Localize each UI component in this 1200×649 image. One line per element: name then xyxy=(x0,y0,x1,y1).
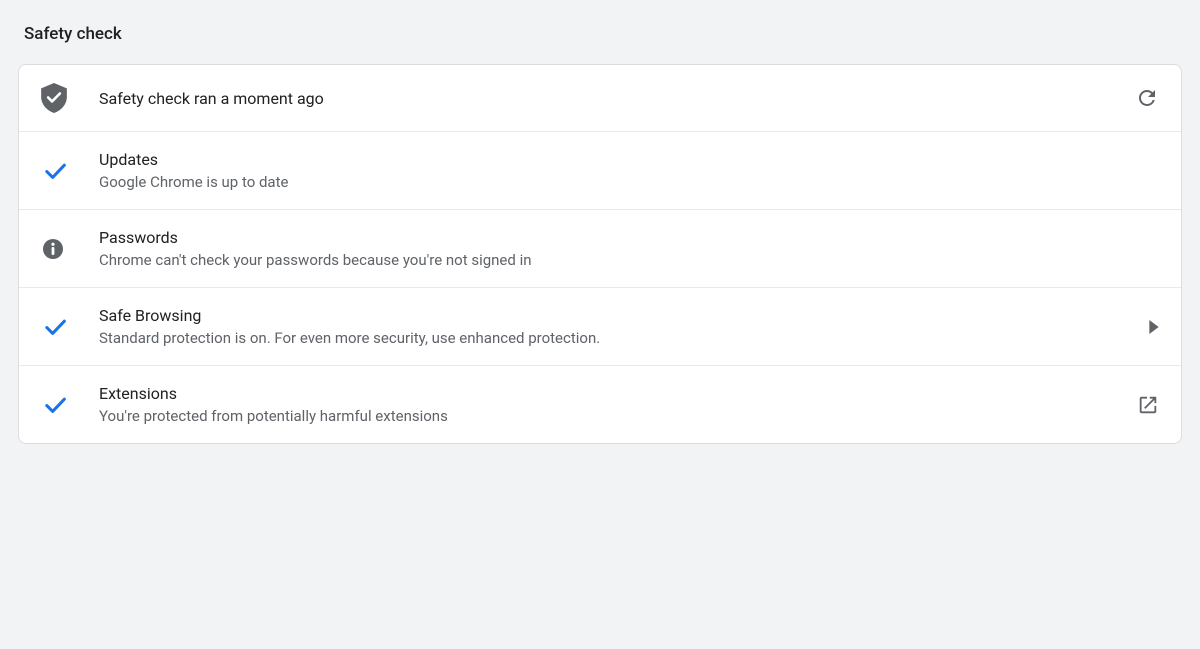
passwords-subtitle: Chrome can't check your passwords becaus… xyxy=(99,251,1119,269)
shield-check-icon xyxy=(41,83,67,113)
passwords-row: Passwords Chrome can't check your passwo… xyxy=(19,210,1181,288)
passwords-title: Passwords xyxy=(99,228,1119,247)
refresh-icon[interactable] xyxy=(1135,86,1159,110)
safety-check-card: Safety check ran a moment ago Updates Go… xyxy=(18,64,1182,444)
check-icon xyxy=(41,391,69,419)
open-in-new-icon xyxy=(1137,394,1159,416)
extensions-subtitle: You're protected from potentially harmfu… xyxy=(99,407,1119,425)
extensions-title: Extensions xyxy=(99,384,1119,403)
extensions-row[interactable]: Extensions You're protected from potenti… xyxy=(19,366,1181,443)
safe-browsing-title: Safe Browsing xyxy=(99,306,1119,325)
updates-title: Updates xyxy=(99,150,1119,169)
safe-browsing-row[interactable]: Safe Browsing Standard protection is on.… xyxy=(19,288,1181,366)
info-icon xyxy=(41,237,65,261)
safety-check-status: Safety check ran a moment ago xyxy=(99,89,1119,108)
chevron-right-icon xyxy=(1149,320,1159,334)
updates-subtitle: Google Chrome is up to date xyxy=(99,173,1119,191)
check-icon xyxy=(41,313,69,341)
safety-check-header-row: Safety check ran a moment ago xyxy=(19,65,1181,132)
check-icon xyxy=(41,157,69,185)
safe-browsing-subtitle: Standard protection is on. For even more… xyxy=(99,329,1119,347)
updates-row: Updates Google Chrome is up to date xyxy=(19,132,1181,210)
section-title: Safety check xyxy=(0,0,1200,64)
